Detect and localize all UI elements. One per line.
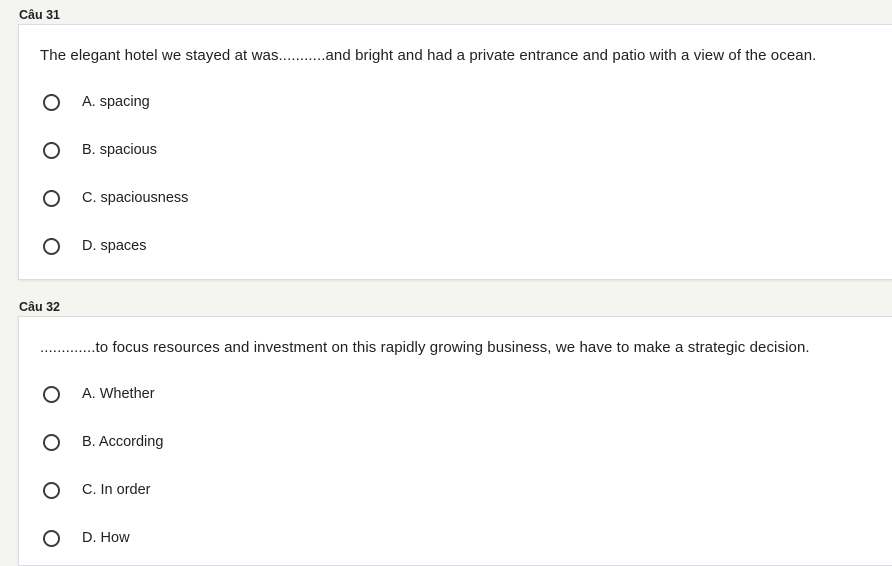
question-31-option-b[interactable]: B. spacious xyxy=(43,136,157,164)
option-label: B. spacious xyxy=(82,142,157,158)
question-31-text: The elegant hotel we stayed at was......… xyxy=(40,47,817,64)
radio-button-icon[interactable] xyxy=(43,237,60,255)
option-label: A. Whether xyxy=(82,386,155,402)
radio-button-icon[interactable] xyxy=(43,385,60,403)
option-label: D. spaces xyxy=(82,238,147,254)
question-32-title: Câu 32 xyxy=(19,300,60,314)
question-31-card: The elegant hotel we stayed at was......… xyxy=(18,24,892,280)
question-32-option-a[interactable]: A. Whether xyxy=(43,380,155,408)
question-32-text: .............to focus resources and inve… xyxy=(40,339,810,356)
question-31-option-a[interactable]: A. spacing xyxy=(43,88,150,116)
radio-button-icon[interactable] xyxy=(43,481,60,499)
option-label: C. In order xyxy=(82,482,151,498)
radio-button-icon[interactable] xyxy=(43,433,60,451)
radio-button-icon[interactable] xyxy=(43,529,60,547)
question-32-card: .............to focus resources and inve… xyxy=(18,316,892,566)
question-32-option-c[interactable]: C. In order xyxy=(43,476,151,504)
option-label: D. How xyxy=(82,530,130,546)
radio-button-icon[interactable] xyxy=(43,141,60,159)
question-31-option-d[interactable]: D. spaces xyxy=(43,232,146,260)
radio-button-icon[interactable] xyxy=(43,93,60,111)
radio-button-icon[interactable] xyxy=(43,189,60,207)
question-31-option-c[interactable]: C. spaciousness xyxy=(43,184,188,212)
option-label: C. spaciousness xyxy=(82,190,189,206)
question-31-title: Câu 31 xyxy=(19,8,60,22)
question-32-option-b[interactable]: B. According xyxy=(43,428,163,456)
question-32-option-d[interactable]: D. How xyxy=(43,524,130,552)
option-label: B. According xyxy=(82,434,164,450)
option-label: A. spacing xyxy=(82,94,150,110)
